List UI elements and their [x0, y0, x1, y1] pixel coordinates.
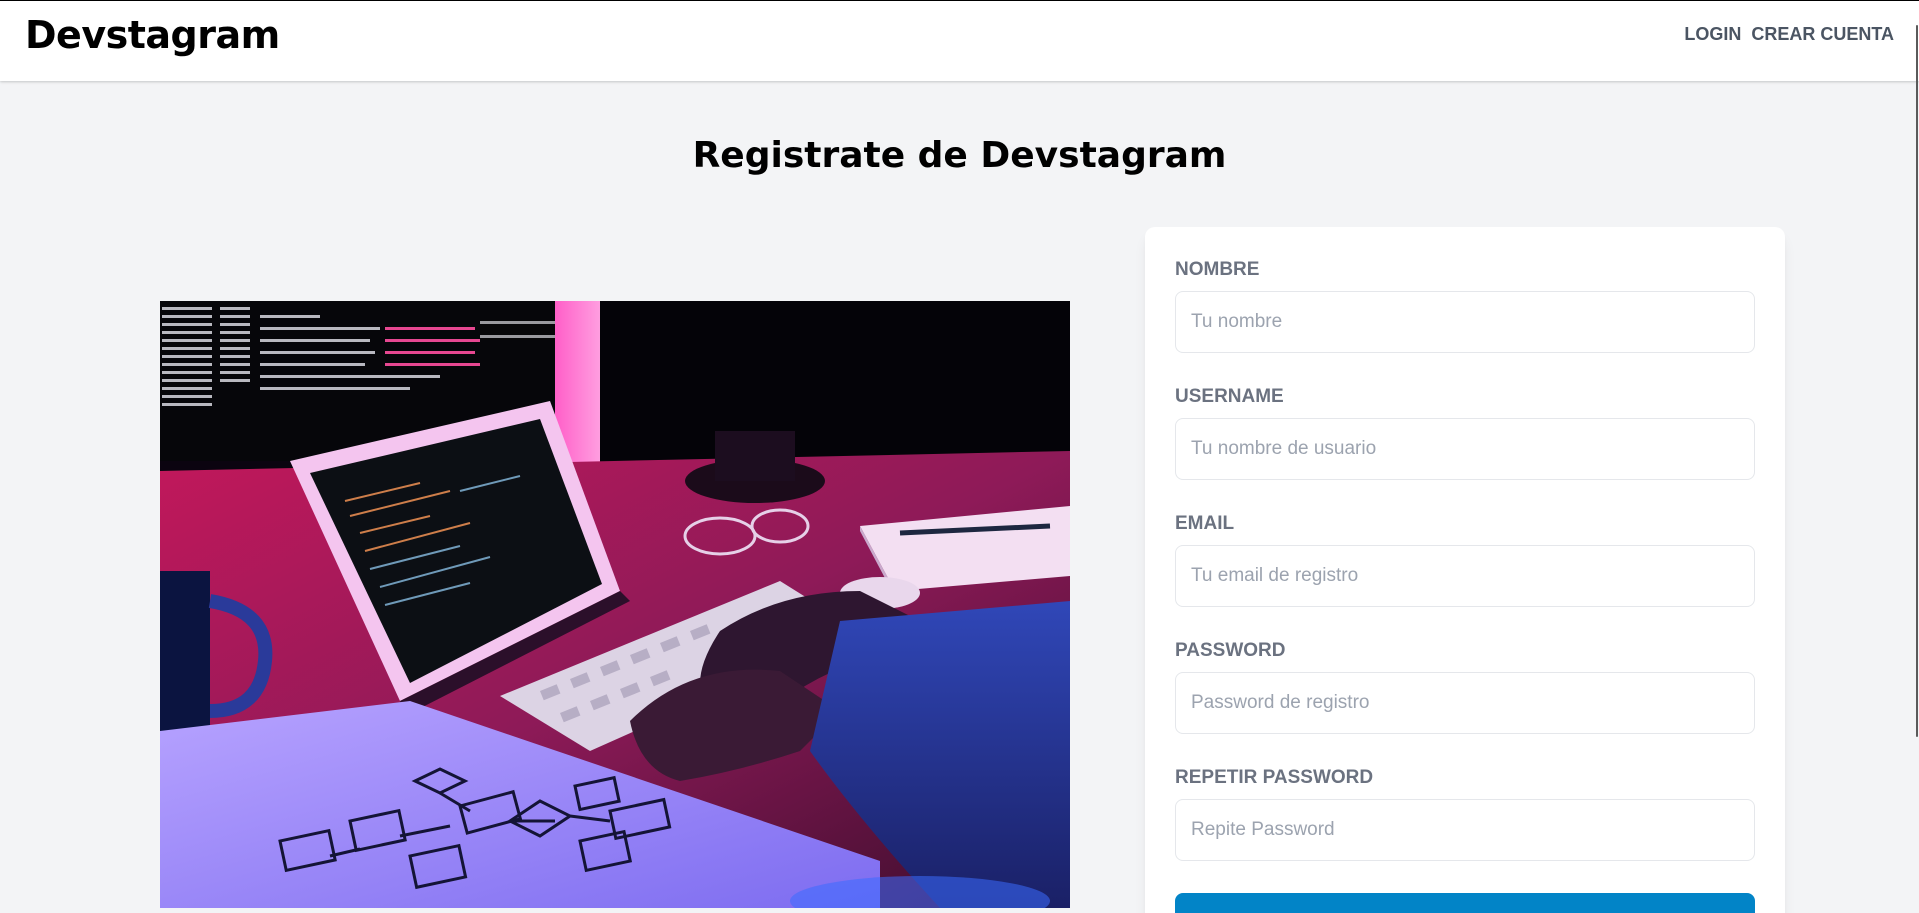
repeat-password-input[interactable]: [1175, 799, 1755, 861]
developer-desk-photo: [160, 301, 1070, 908]
vertical-scrollbar[interactable]: [1916, 25, 1918, 737]
username-input[interactable]: [1175, 418, 1755, 480]
hero-image: [160, 301, 1070, 908]
password-input[interactable]: [1175, 672, 1755, 734]
email-input[interactable]: [1175, 545, 1755, 607]
password-label: PASSWORD: [1175, 640, 1286, 661]
nombre-label: NOMBRE: [1175, 259, 1260, 280]
field-nombre: NOMBRE: [1175, 259, 1755, 353]
username-label: USERNAME: [1175, 386, 1284, 407]
repeat-password-label: REPETIR PASSWORD: [1175, 767, 1374, 788]
email-label: EMAIL: [1175, 513, 1235, 534]
header-nav: LOGIN CREAR CUENTA: [1684, 24, 1894, 45]
page-title: Registrate de Devstagram: [692, 135, 1227, 176]
brand-logo[interactable]: Devstagram: [25, 13, 280, 57]
register-form-card: NOMBRE USERNAME EMAIL PASSWORD REPETIR P…: [1145, 227, 1785, 913]
field-email: EMAIL: [1175, 513, 1755, 607]
top-header: Devstagram LOGIN CREAR CUENTA: [0, 1, 1919, 81]
field-username: USERNAME: [1175, 386, 1755, 480]
nombre-input[interactable]: [1175, 291, 1755, 353]
nav-login-link[interactable]: LOGIN: [1684, 24, 1741, 45]
field-repeat-password: REPETIR PASSWORD: [1175, 767, 1755, 861]
field-password: PASSWORD: [1175, 640, 1755, 734]
create-account-submit-button[interactable]: [1175, 893, 1755, 913]
nav-create-account-link[interactable]: CREAR CUENTA: [1751, 24, 1894, 45]
